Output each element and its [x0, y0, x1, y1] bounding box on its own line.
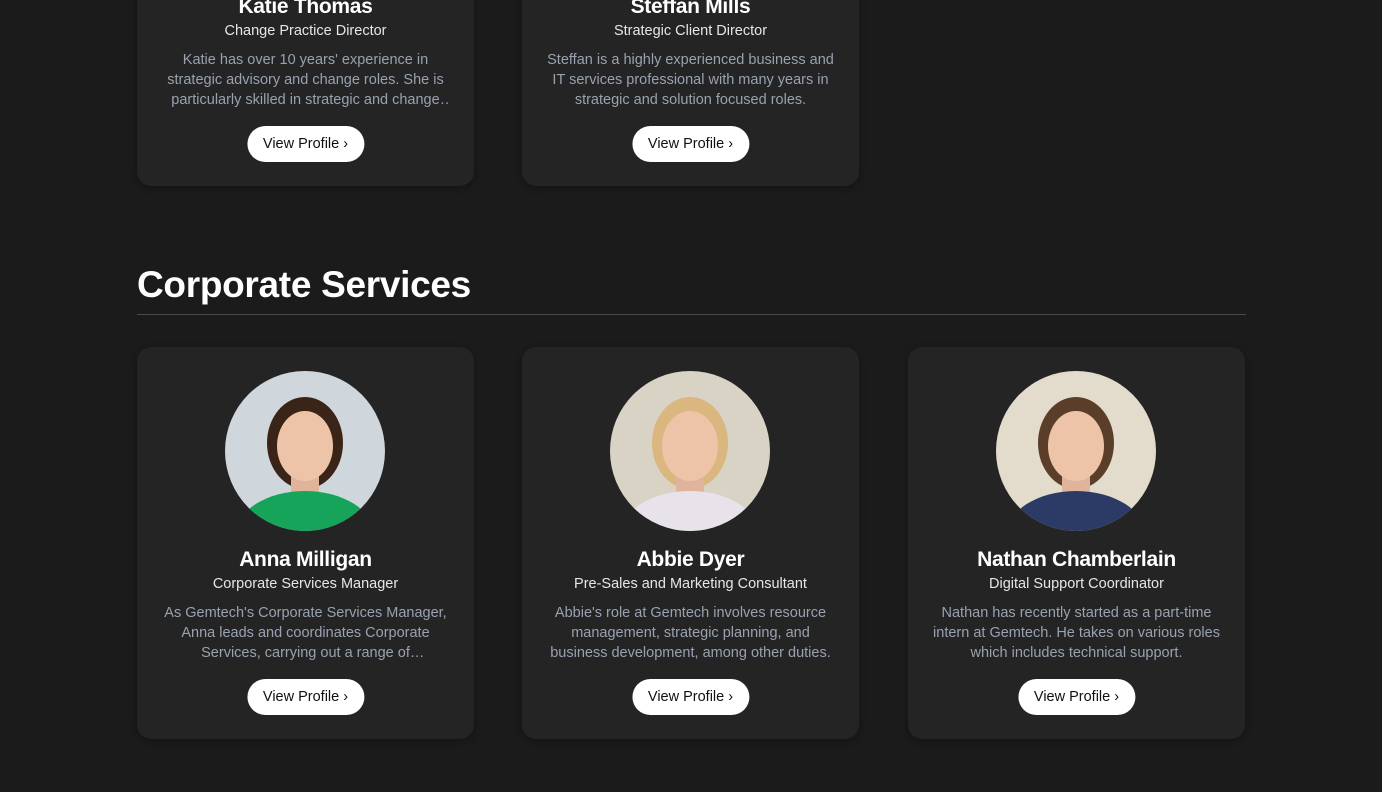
profile-role: Change Practice Director [224, 23, 387, 39]
profile-photo [225, 371, 385, 531]
profile-description: Nathan has recently started as a part-ti… [933, 605, 1220, 661]
profile-description: Abbie's role at Gemtech involves resourc… [550, 605, 831, 661]
profile-card: Katie Thomas Change Practice Director Ka… [137, 0, 474, 186]
profile-card: Abbie Dyer Pre-Sales and Marketing Consu… [522, 347, 859, 739]
profile-name: Steffan Mills [630, 0, 751, 18]
section-heading: Corporate Services [137, 264, 471, 305]
section-divider [137, 314, 1246, 315]
profile-card: Steffan Mills Strategic Client Director … [522, 0, 859, 186]
profile-name: Katie Thomas [238, 0, 373, 18]
profile-role: Corporate Services Manager [212, 576, 399, 592]
view-profile-button[interactable]: View Profile › [246, 679, 365, 715]
profile-name: Anna Milligan [239, 548, 372, 571]
profile-role: Strategic Client Director [613, 23, 768, 39]
profile-card: Nathan Chamberlain Digital Support Coord… [908, 347, 1245, 739]
profile-role: Pre-Sales and Marketing Consultant [574, 576, 807, 592]
profile-description: As Gemtech's Corporate Services Manager,… [164, 605, 447, 661]
profile-card: Anna Milligan Corporate Services Manager… [137, 347, 474, 739]
profile-name: Nathan Chamberlain [977, 548, 1176, 571]
profile-role: Digital Support Coordinator [989, 576, 1164, 592]
view-profile-button[interactable]: View Profile › [631, 126, 750, 162]
profile-name: Abbie Dyer [636, 548, 745, 571]
profile-photo [996, 371, 1156, 531]
profile-description: Katie has over 10 years' experience in s… [167, 52, 444, 108]
profile-description: Steffan is a highly experienced business… [547, 52, 834, 108]
profile-photo [610, 371, 770, 531]
view-profile-button[interactable]: View Profile › [1017, 679, 1136, 715]
view-profile-button[interactable]: View Profile › [246, 126, 365, 162]
view-profile-button[interactable]: View Profile › [631, 679, 750, 715]
